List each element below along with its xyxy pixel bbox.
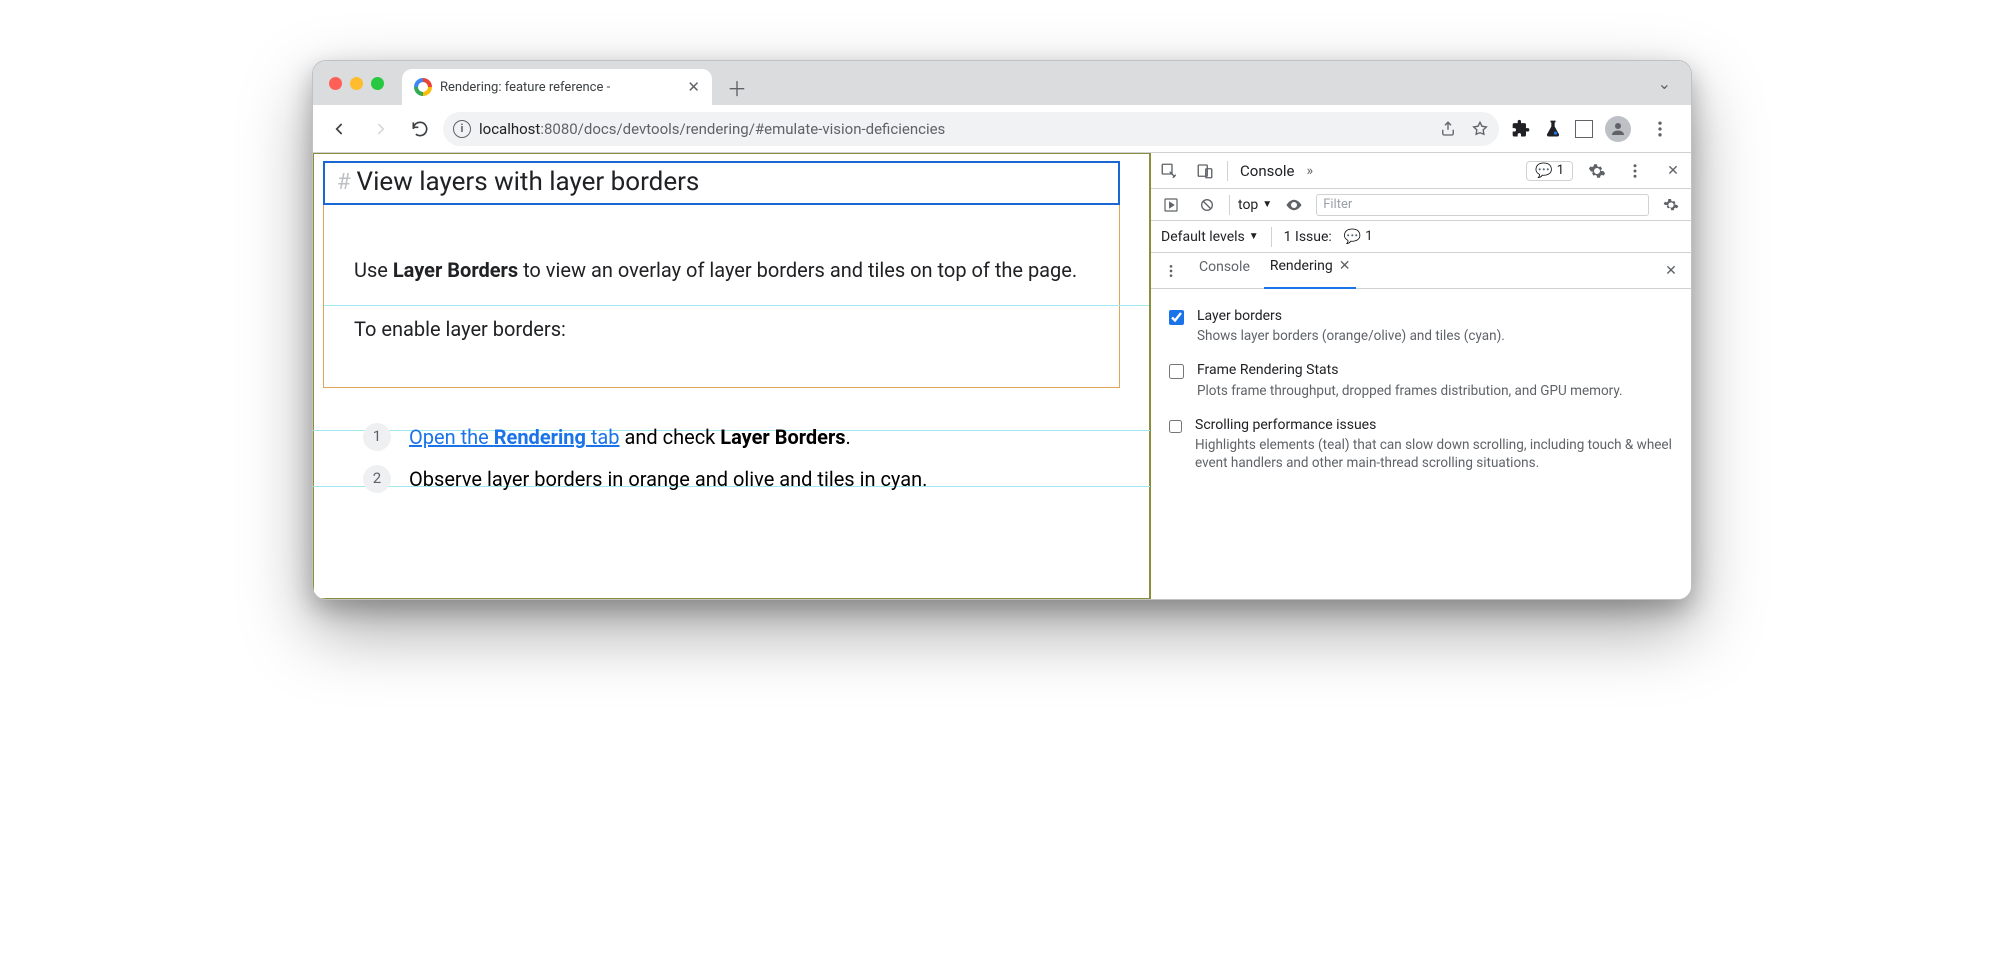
- window-controls: [323, 61, 396, 105]
- heading-text: View layers with layer borders: [357, 167, 700, 197]
- drawer-tab-console[interactable]: Console: [1193, 253, 1256, 289]
- drawer-menu-icon[interactable]: [1157, 257, 1185, 285]
- issue-icon: 💬: [1344, 229, 1361, 245]
- console-filter-input[interactable]: Filter: [1316, 194, 1649, 216]
- step-number: 2: [363, 465, 391, 493]
- devtools-more-tabs[interactable]: »: [1307, 163, 1314, 179]
- option-desc: Highlights elements (teal) that can slow…: [1195, 436, 1677, 472]
- devtools-settings-icon[interactable]: [1583, 157, 1611, 185]
- list-item: 2 Observe layer borders in orange and ol…: [363, 458, 1120, 500]
- step-text: Observe layer borders in orange and oliv…: [409, 458, 927, 500]
- chrome-favicon-icon: [414, 78, 432, 96]
- device-toolbar-icon[interactable]: [1191, 157, 1219, 185]
- extensions-icon[interactable]: [1511, 119, 1531, 139]
- browser-toolbar: i localhost:8080/docs/devtools/rendering…: [313, 105, 1691, 153]
- intro-paragraph: Use Layer Borders to view an overlay of …: [354, 255, 1095, 286]
- reload-button[interactable]: [403, 112, 437, 146]
- frame-stats-checkbox[interactable]: [1169, 364, 1184, 379]
- context-selector[interactable]: top▼: [1238, 197, 1272, 213]
- rendered-page: # View layers with layer borders Use Lay…: [313, 153, 1151, 599]
- drawer-tabbar: Console Rendering✕ ✕: [1151, 253, 1691, 289]
- layer-borders-checkbox[interactable]: [1169, 310, 1184, 325]
- console-play-icon[interactable]: [1157, 191, 1185, 219]
- tab-title: Rendering: feature reference -: [440, 80, 679, 95]
- drawer-close-icon[interactable]: ✕: [1657, 257, 1685, 285]
- scrolling-perf-checkbox[interactable]: [1169, 419, 1182, 434]
- new-tab-button[interactable]: ＋: [722, 72, 752, 102]
- live-expression-eye-icon[interactable]: [1280, 191, 1308, 219]
- profile-avatar[interactable]: [1605, 116, 1631, 142]
- issue-label: 1 Issue:: [1284, 229, 1332, 245]
- option-title: Frame Rendering Stats: [1197, 361, 1623, 379]
- tab-strip: Rendering: feature reference - ✕ ＋ ⌄: [313, 61, 1691, 105]
- close-drawer-tab-icon[interactable]: ✕: [1339, 258, 1351, 274]
- log-levels-selector[interactable]: Default levels▼: [1161, 229, 1259, 245]
- url-text: localhost:8080/docs/devtools/rendering/#…: [479, 120, 945, 138]
- back-button[interactable]: [323, 112, 357, 146]
- toolbar-actions: [1505, 112, 1681, 146]
- option-desc: Plots frame throughput, dropped frames d…: [1197, 382, 1623, 400]
- console-toolbar: top▼ Filter: [1151, 189, 1691, 221]
- address-bar[interactable]: i localhost:8080/docs/devtools/rendering…: [443, 112, 1499, 146]
- content-area: # View layers with layer borders Use Lay…: [313, 153, 1691, 599]
- option-frame-rendering-stats[interactable]: Frame Rendering Stats Plots frame throug…: [1165, 353, 1677, 407]
- issue-icon: 💬: [1535, 163, 1552, 179]
- instruction-paragraph: To enable layer borders:: [354, 314, 1095, 345]
- labs-flask-icon[interactable]: [1543, 119, 1563, 139]
- close-window-button[interactable]: [329, 77, 342, 90]
- browser-tab[interactable]: Rendering: feature reference - ✕: [402, 69, 712, 105]
- fullscreen-window-button[interactable]: [371, 77, 384, 90]
- issue-link[interactable]: 💬1: [1344, 229, 1373, 245]
- steps-list: 1 Open the Rendering tab and check Layer…: [323, 416, 1120, 500]
- share-icon[interactable]: [1439, 120, 1457, 138]
- drawer-tab-rendering[interactable]: Rendering✕: [1264, 253, 1357, 289]
- bookmark-star-icon[interactable]: [1471, 120, 1489, 138]
- rendering-panel: Layer borders Shows layer borders (orang…: [1151, 289, 1691, 599]
- devtools-menu-icon[interactable]: [1621, 157, 1649, 185]
- console-level-bar: Default levels▼ 1 Issue: 💬1: [1151, 221, 1691, 253]
- side-panel-icon[interactable]: [1575, 120, 1593, 138]
- option-title: Scrolling performance issues: [1195, 416, 1677, 434]
- minimize-window-button[interactable]: [350, 77, 363, 90]
- open-rendering-tab-link[interactable]: Open the Rendering tab: [409, 425, 620, 449]
- devtools-close-icon[interactable]: ✕: [1659, 157, 1687, 185]
- site-info-icon[interactable]: i: [453, 120, 471, 138]
- option-layer-borders[interactable]: Layer borders Shows layer borders (orang…: [1165, 299, 1677, 353]
- option-scrolling-perf[interactable]: Scrolling performance issues Highlights …: [1165, 408, 1677, 481]
- paragraph-box: Use Layer Borders to view an overlay of …: [323, 205, 1120, 388]
- console-settings-icon[interactable]: [1657, 191, 1685, 219]
- list-item: 1 Open the Rendering tab and check Layer…: [363, 416, 1120, 458]
- option-desc: Shows layer borders (orange/olive) and t…: [1197, 327, 1505, 345]
- forward-button: [363, 112, 397, 146]
- devtools-tabbar: Console » 💬1 ✕: [1151, 153, 1691, 189]
- heading-selected: # View layers with layer borders: [323, 161, 1120, 205]
- inspect-element-icon[interactable]: [1155, 157, 1183, 185]
- devtools-tab-console[interactable]: Console: [1236, 162, 1299, 180]
- browser-menu-button[interactable]: [1643, 112, 1677, 146]
- heading-anchor-hash[interactable]: #: [337, 170, 351, 195]
- browser-window: Rendering: feature reference - ✕ ＋ ⌄ i l…: [312, 60, 1692, 600]
- clear-console-icon[interactable]: [1193, 191, 1221, 219]
- step-number: 1: [363, 423, 391, 451]
- tab-list-chevron-icon[interactable]: ⌄: [1658, 74, 1671, 93]
- option-title: Layer borders: [1197, 307, 1505, 325]
- close-tab-icon[interactable]: ✕: [687, 78, 700, 96]
- issues-badge[interactable]: 💬1: [1526, 161, 1573, 181]
- devtools-panel: Console » 💬1 ✕ top▼ Filter Defau: [1151, 153, 1691, 599]
